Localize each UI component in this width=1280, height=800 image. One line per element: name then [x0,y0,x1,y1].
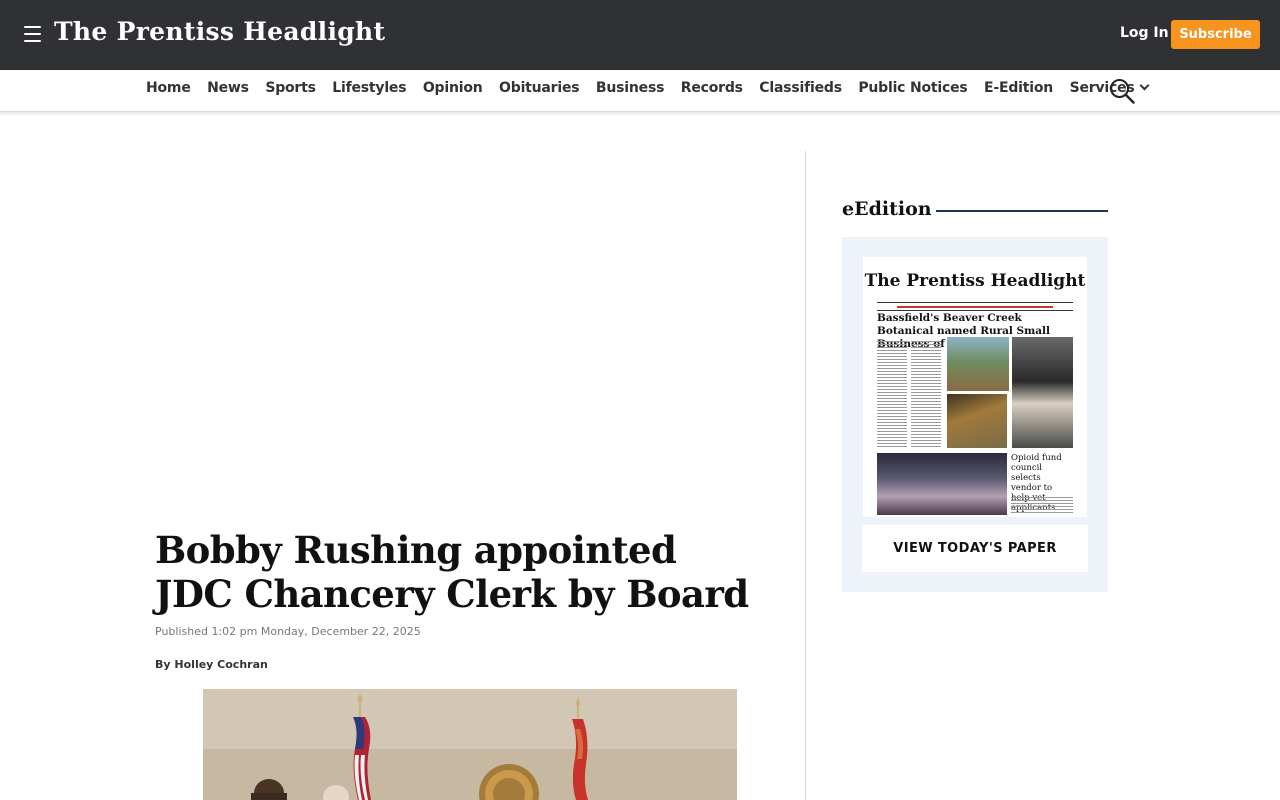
paper-rule [877,302,1073,303]
subscribe-button[interactable]: Subscribe [1171,20,1260,49]
nav-item-classifieds[interactable]: Classifieds [759,80,842,96]
published-date: Published 1:02 pm Monday, December 22, 2… [155,625,421,638]
nav-item-records[interactable]: Records [681,80,743,96]
site-logo[interactable]: The Prentiss Headlight [54,17,385,46]
nav-item-business[interactable]: Business [596,80,665,96]
paper-text-column [877,341,907,449]
main-nav: Home News Sports Lifestyles Opinion Obit… [0,70,1280,112]
chevron-down-icon [1139,80,1149,91]
nav-item-opinion[interactable]: Opinion [423,80,483,96]
column-divider [805,151,806,800]
view-todays-paper-button[interactable]: VIEW TODAY'S PAPER [862,525,1088,572]
section-rule [936,210,1108,212]
nav-item-public-notices[interactable]: Public Notices [858,80,967,96]
nav-item-lifestyles[interactable]: Lifestyles [332,80,406,96]
masthead-tagline [879,296,1071,308]
menu-icon[interactable] [24,26,41,42]
nav-item-obituaries[interactable]: Obituaries [499,80,580,96]
paper-text-column [1011,497,1073,515]
paper-photo [947,337,1009,391]
nav-list: Home News Sports Lifestyles Opinion Obit… [146,80,1164,96]
byline: By Holley Cochran [155,658,268,671]
paper-photo [1012,337,1073,448]
eedition-front-page[interactable]: The Prentiss Headlight Bassfield's Beave… [863,257,1087,517]
paper-text-column [911,341,941,449]
search-icon[interactable] [1109,78,1135,104]
author-link[interactable]: Holley Cochran [174,658,267,671]
nav-item-e-edition[interactable]: E-Edition [984,80,1053,96]
paper-rule [877,310,1073,311]
nav-item-home[interactable]: Home [146,80,191,96]
nav-item-sports[interactable]: Sports [265,80,316,96]
article-headline: Bobby Rushing appointed JDC Chancery Cle… [155,528,749,616]
login-link[interactable]: Log In [1120,25,1169,41]
site-header: The Prentiss Headlight Log In Subscribe [0,0,1280,70]
sidebar-section-title: eEdition [842,198,932,220]
paper-photo [877,453,1007,515]
nav-item-news[interactable]: News [207,80,249,96]
byline-prefix: By [155,658,171,671]
paper-photo [947,394,1007,448]
article-photo[interactable] [203,689,737,800]
paper-masthead: The Prentiss Headlight [864,271,1086,291]
